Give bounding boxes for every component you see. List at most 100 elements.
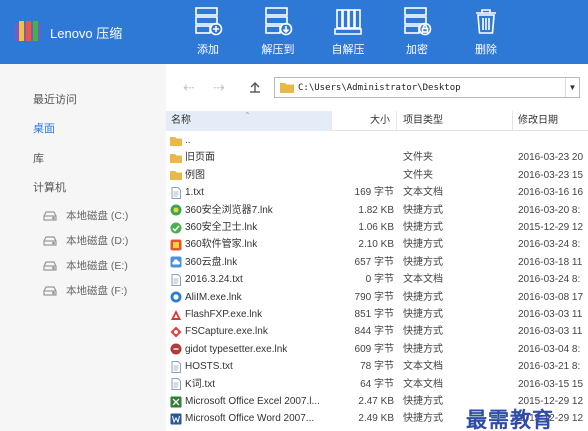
sidebar-drive-f[interactable]: 本地磁盘 (F:) <box>42 283 127 298</box>
file-name: .. <box>185 135 191 146</box>
file-name: 2016.3.24.txt <box>185 274 243 286</box>
file-row[interactable]: K词.txt 64 字节 文本文档 2016-03-15 15 <box>166 376 588 393</box>
file-row[interactable]: FSCapture.exe.lnk 844 字节 快捷方式 2016-03-03 11 <box>166 323 588 340</box>
sidebar-item-recent[interactable]: 最近访问 <box>33 91 77 107</box>
file-name: K词.txt <box>185 378 216 390</box>
file-date: 2016-03-23 15 <box>518 169 584 181</box>
file-date: 2016-03-08 17 <box>518 291 584 303</box>
file-date: 2016-03-18 11 <box>518 256 583 268</box>
excel-icon <box>170 396 182 408</box>
security-360-icon <box>170 222 182 234</box>
file-row[interactable]: 2016.3.24.txt 0 字节 文本文档 2016-03-24 8: <box>166 271 588 288</box>
add-icon <box>195 7 223 36</box>
file-size: 169 字节 <box>354 187 394 199</box>
file-size: 1.06 KB <box>358 222 394 233</box>
file-size <box>332 149 394 166</box>
file-size: 2.47 KB <box>358 396 394 407</box>
column-header-type[interactable]: 项目类型 <box>397 111 513 131</box>
sidebar-drive-c[interactable]: 本地磁盘 (C:) <box>42 208 128 223</box>
file-type: 快捷方式 <box>403 222 443 233</box>
file-date: 2016-03-24 8: <box>518 274 581 286</box>
text-file-icon <box>171 273 181 286</box>
self-extract-icon <box>334 9 362 35</box>
file-name-cell: 1.txt <box>170 184 330 201</box>
hard-drive-icon <box>43 210 57 221</box>
file-row[interactable]: 360云盘.lnk 657 字节 快捷方式 2016-03-18 11 <box>166 254 588 271</box>
forward-button[interactable]: ⇢ <box>208 78 230 96</box>
file-size <box>332 167 394 184</box>
file-type <box>403 132 503 149</box>
file-row[interactable]: gidot typesetter.exe.lnk 609 字节 快捷方式 2016-0… <box>166 341 588 358</box>
file-row[interactable]: AliIM.exe.lnk 790 字节 快捷方式 2016-03-08 17 <box>166 289 588 306</box>
software-manager-360-icon <box>170 239 182 251</box>
column-header-name[interactable]: ⌃ 名称 <box>166 111 332 131</box>
file-name-cell: HOSTS.txt <box>170 358 330 375</box>
file-type: 快捷方式 <box>403 239 443 251</box>
hard-drive-icon <box>43 285 57 296</box>
encrypt-button[interactable]: 加密 <box>392 6 442 58</box>
arrow-left-icon: ⇠ <box>183 78 195 95</box>
file-name: 例图 <box>185 169 205 181</box>
file-name: Microsoft Office Word 2007... <box>185 413 315 425</box>
file-name: 360安全浏览器7.lnk <box>185 204 273 216</box>
extract-to-button[interactable]: 解压到 <box>253 6 303 58</box>
address-dropdown-button[interactable]: ▼ <box>565 78 579 97</box>
file-type: 快捷方式 <box>403 309 443 320</box>
sidebar-item-library[interactable]: 库 <box>33 150 44 166</box>
app-title: Lenovo 压缩 <box>50 26 123 41</box>
file-size: 0 字节 <box>365 274 394 286</box>
file-size: 609 字节 <box>354 343 394 355</box>
file-row[interactable]: 例图 文件夹 2016-03-23 15 <box>166 167 588 184</box>
file-name-cell: 2016.3.24.txt <box>170 271 330 288</box>
add-button[interactable]: 添加 <box>183 6 233 58</box>
file-name-cell: FlashFXP.exe.lnk <box>170 306 330 323</box>
folder-icon <box>170 136 182 146</box>
file-type: 快捷方式 <box>403 326 443 338</box>
up-button[interactable] <box>244 78 266 96</box>
navigation-bar: ⇠ ⇢ C:\Users\Administrator\Desktop ▼ <box>166 64 588 111</box>
file-row[interactable]: HOSTS.txt 78 字节 文本文档 2016-03-21 8: <box>166 358 588 375</box>
file-row[interactable]: FlashFXP.exe.lnk 851 字节 快捷方式 2016-03-03 11 <box>166 306 588 323</box>
file-type: 文件夹 <box>403 152 433 164</box>
file-date: 2015-12-29 12 <box>518 222 584 233</box>
text-file-icon <box>171 186 181 199</box>
folder-icon <box>170 154 182 164</box>
file-row[interactable]: 1.txt 169 字节 文本文档 2016-03-16 16 <box>166 184 588 201</box>
folder-icon <box>280 83 294 93</box>
self-extract-button[interactable]: 自解压 <box>323 6 373 58</box>
file-name: 360云盘.lnk <box>185 256 238 268</box>
file-row[interactable]: 360软件管家.lnk 2.10 KB 快捷方式 2016-03-24 8: <box>166 236 588 253</box>
file-name-cell: FSCapture.exe.lnk <box>170 323 330 340</box>
delete-button[interactable]: 删除 <box>461 6 511 58</box>
fscapture-icon <box>170 326 182 338</box>
folder-icon <box>170 171 182 181</box>
file-name-cell: Microsoft Office Word 2007... <box>170 410 330 427</box>
file-date: 2016-03-03 11 <box>518 326 583 338</box>
file-name-cell: 360软件管家.lnk <box>170 236 330 253</box>
file-name-cell: 360安全浏览器7.lnk <box>170 202 330 219</box>
file-date: 2016-03-20 8: <box>518 204 581 216</box>
sidebar-drive-d[interactable]: 本地磁盘 (D:) <box>42 233 128 248</box>
file-size: 657 字节 <box>354 256 394 268</box>
address-bar[interactable]: C:\Users\Administrator\Desktop ▼ <box>274 77 580 98</box>
file-type: 文本文档 <box>403 274 443 286</box>
column-header-date[interactable]: 修改日期 <box>513 111 588 131</box>
file-row[interactable]: 旧页面 文件夹 2016-03-23 20 <box>166 149 588 166</box>
sidebar-item-computer[interactable]: 计算机 <box>33 179 66 195</box>
cloud-drive-360-icon <box>170 256 182 268</box>
sidebar-drive-e[interactable]: 本地磁盘 (E:) <box>42 258 128 273</box>
file-row[interactable]: .. <box>166 132 588 149</box>
file-date <box>518 132 588 149</box>
back-button[interactable]: ⇠ <box>178 78 200 96</box>
file-row[interactable]: 360安全浏览器7.lnk 1.82 KB 快捷方式 2016-03-20 8: <box>166 202 588 219</box>
arrow-up-icon <box>250 82 260 93</box>
sidebar-item-desktop[interactable]: 桌面 <box>33 120 55 136</box>
file-size <box>332 132 394 149</box>
column-header-size[interactable]: 大小 <box>332 111 397 131</box>
file-name-cell: 360云盘.lnk <box>170 254 330 271</box>
file-row[interactable]: 360安全卫士.lnk 1.06 KB 快捷方式 2015-12-29 12 <box>166 219 588 236</box>
encrypt-icon <box>404 7 432 36</box>
file-name: FSCapture.exe.lnk <box>185 326 268 338</box>
file-name-cell: K词.txt <box>170 376 330 393</box>
hard-drive-icon <box>43 260 57 271</box>
